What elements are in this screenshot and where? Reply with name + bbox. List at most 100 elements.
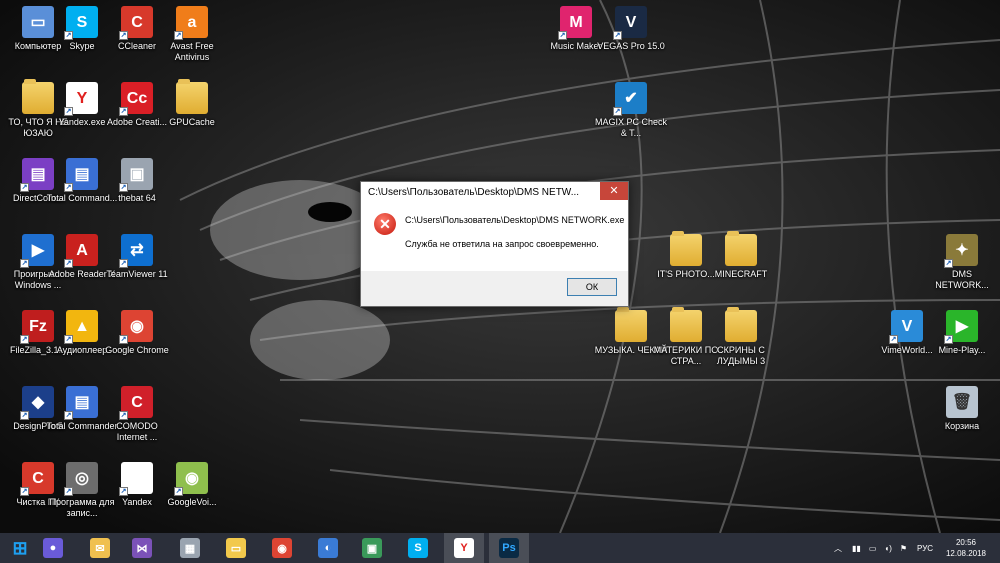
vimeworld-icon: V ↗	[889, 310, 923, 344]
adobe-reader-icon: A ↗	[64, 234, 98, 268]
shortcut-arrow-icon: ↗	[889, 335, 898, 344]
taskbar-button[interactable]: ◉	[262, 533, 302, 563]
desktop-icon[interactable]: GPUCache	[154, 79, 230, 155]
desktop-icon[interactable]: ⇄ ↗ TeamViewer 11	[99, 231, 175, 307]
chrome-icon: ◉ ↗	[119, 310, 153, 344]
magix-pc-check-icon: ✔ ↗	[613, 82, 647, 116]
battery-icon[interactable]: ▭	[869, 544, 877, 553]
shortcut-arrow-icon: ↗	[20, 259, 29, 268]
adobe-creative-cloud-icon: Cc ↗	[119, 82, 153, 116]
shortcut-arrow-icon: ↗	[64, 31, 73, 40]
shortcut-arrow-icon: ↗	[119, 259, 128, 268]
clock-time: 20:56	[955, 538, 976, 547]
taskbar-button[interactable]: Ps	[489, 533, 529, 563]
shortcut-arrow-icon: ↗	[64, 411, 73, 420]
desktop-icon[interactable]: ✔ ↗ MAGIX PC Check & T...	[593, 79, 669, 155]
ok-button[interactable]: ОК	[567, 278, 617, 296]
clock[interactable]: 20:56 12.08.2018	[946, 537, 986, 559]
shortcut-arrow-icon: ↗	[174, 31, 183, 40]
desktop-icon-label: Корзина	[944, 421, 980, 431]
desktop-icon[interactable]: C ↗ COMODO Internet ...	[99, 383, 175, 459]
shortcut-arrow-icon: ↗	[944, 259, 953, 268]
desktop-icon-label: GoogleVoi...	[167, 497, 217, 507]
desktop-icon[interactable]: ▣ ↗ thebat 64	[99, 155, 175, 231]
desktop-icon-label: thebat 64	[118, 193, 156, 203]
folder-icon	[615, 307, 647, 342]
infrarecorder-icon: ◎ ↗	[64, 462, 98, 496]
taskbar-button[interactable]: ▭	[216, 533, 256, 563]
desktop-icon[interactable]: ▶ ↗ Mine-Play...	[924, 307, 1000, 383]
dialog-body: ✕ C:\Users\Пользователь\Desktop\DMS NETW…	[361, 203, 628, 271]
skype-icon: S	[408, 538, 428, 558]
desktop-icon-label: COMODO Internet ...	[116, 421, 158, 442]
dialog-titlebar[interactable]: C:\Users\Пользователь\Desktop\DMS NETW..…	[361, 182, 628, 203]
flag-icon[interactable]: ⚑	[900, 544, 907, 553]
chevron-up-icon[interactable]: ︿	[834, 543, 842, 554]
taskbar-button[interactable]: ◐	[308, 533, 348, 563]
dialog-footer: ОК	[361, 271, 628, 304]
desktop-icon[interactable]: MINECRAFT	[703, 231, 779, 307]
microphone-icon: ●	[43, 538, 63, 558]
desktop-icon[interactable]: 🗑 Корзина	[924, 383, 1000, 459]
taskbar-button[interactable]: ⋈	[122, 533, 162, 563]
document-icon: ↗	[119, 462, 153, 496]
taskbar-button[interactable]: ✉	[80, 533, 120, 563]
file-explorer-icon: ▭	[226, 538, 246, 558]
shortcut-arrow-icon: ↗	[613, 31, 622, 40]
desktop-icon-label: TeamViewer 11	[106, 269, 168, 279]
shortcut-arrow-icon: ↗	[613, 107, 622, 116]
desktop-icon[interactable]: ✦ ↗ DMS NETWORK...	[924, 231, 1000, 307]
ccleaner-icon: C ↗	[119, 6, 153, 40]
language-indicator[interactable]: РУС	[917, 544, 933, 553]
network-icon[interactable]: ▮▮	[852, 544, 861, 553]
system-tray: ︿ ▮▮ ▭ ◖) ⚑ РУС	[834, 533, 933, 563]
taskbar-button[interactable]: ●	[33, 533, 73, 563]
dialog-path: C:\Users\Пользователь\Desktop\DMS NETWOR…	[405, 215, 625, 225]
comodo-icon: C ↗	[119, 386, 153, 420]
google-voice-installer-icon: ◉ ↗	[174, 462, 208, 496]
desktop-icon-label: MINECRAFT	[714, 269, 768, 279]
desktop-icon[interactable]: a ↗ Avast Free Antivirus	[154, 3, 230, 79]
taskbar-button[interactable]: ▣	[352, 533, 392, 563]
desktop-icon[interactable]: СКРИНЫ С ЛУДЫМЫ 3	[703, 307, 779, 383]
folder-icon	[725, 231, 757, 266]
dialog-message: Служба не ответила на запрос своевременн…	[405, 239, 599, 249]
shortcut-arrow-icon: ↗	[20, 411, 29, 420]
desktop-icon-label: СКРИНЫ С ЛУДЫМЫ 3	[716, 345, 766, 366]
recycle-bin-icon: 🗑	[946, 386, 978, 418]
desktop-icon-label: Avast Free Antivirus	[170, 41, 214, 62]
shortcut-arrow-icon: ↗	[20, 487, 29, 496]
shortcut-arrow-icon: ↗	[558, 31, 567, 40]
shortcut-arrow-icon: ↗	[64, 487, 73, 496]
shortcut-arrow-icon: ↗	[119, 183, 128, 192]
aimp-icon: ▲ ↗	[64, 310, 98, 344]
yandex-browser-icon: Y	[454, 538, 474, 558]
taskbar: ⊞ ● ✉ ⋈ ▦ ▭ ◉ ◐ ▣ S Y Ps ︿ ▮▮ ▭ ◖) ⚑ РУС 20:56 12.0…	[0, 533, 1000, 563]
speaker-icon[interactable]: ◖)	[884, 544, 892, 553]
mine-play-icon: ▶ ↗	[944, 310, 978, 344]
yandex-browser-icon: Y ↗	[64, 82, 98, 116]
close-button[interactable]: ✕	[600, 182, 628, 200]
desktop-icon[interactable]: V ↗ VEGAS Pro 15.0	[593, 3, 669, 79]
teamviewer-icon: ⇄ ↗	[119, 234, 153, 268]
taskbar-button[interactable]: Y	[444, 533, 484, 563]
app-window-icon: ▣	[362, 538, 382, 558]
mail-icon: ✉	[90, 538, 110, 558]
desktop-icon-label: Google Chrome	[105, 345, 169, 355]
clock-date: 12.08.2018	[945, 549, 986, 558]
shortcut-arrow-icon: ↗	[64, 335, 73, 344]
chrome-icon: ◉	[272, 538, 292, 558]
taskbar-button[interactable]: ▦	[170, 533, 210, 563]
shortcut-arrow-icon: ↗	[119, 31, 128, 40]
taskbar-button[interactable]: S	[398, 533, 438, 563]
desktop-icon[interactable]: ◉ ↗ GoogleVoi...	[154, 459, 230, 535]
folder-icon	[176, 79, 208, 114]
error-icon: ✕	[374, 213, 396, 235]
desktop-icon[interactable]: ◉ ↗ Google Chrome	[99, 307, 175, 383]
shortcut-arrow-icon: ↗	[174, 487, 183, 496]
skype-icon: S ↗	[64, 6, 98, 40]
error-dialog: C:\Users\Пользователь\Desktop\DMS NETW..…	[360, 181, 629, 307]
avast-icon: a ↗	[174, 6, 208, 40]
total-commander-icon: ▤ ↗	[64, 158, 98, 192]
dialog-title: C:\Users\Пользователь\Desktop\DMS NETW..…	[368, 187, 580, 198]
